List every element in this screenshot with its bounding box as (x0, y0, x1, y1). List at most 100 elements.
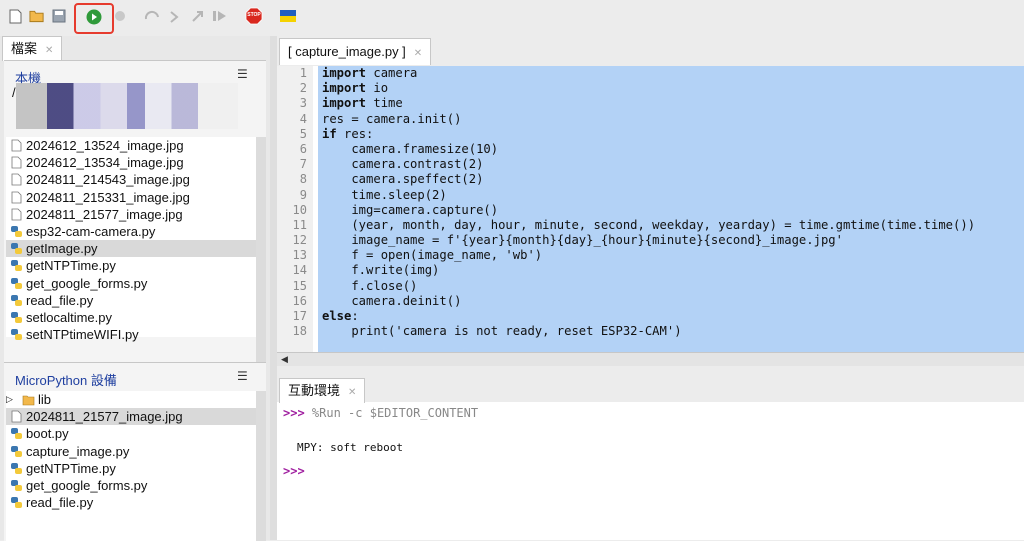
code-line[interactable]: camera.framesize(10) (318, 142, 1024, 157)
file-name: 2024811_214543_image.jpg (26, 172, 190, 188)
code-line[interactable]: else: (318, 309, 1024, 324)
file-item[interactable]: read_file.py (6, 292, 256, 309)
line-number: 15 (292, 278, 307, 293)
shell-pane: 互動環境 ✕ >>> %Run -c $EDITOR_CONTENT MPY: s… (277, 374, 1024, 540)
file-item[interactable]: 2024811_214543_image.jpg (6, 171, 256, 188)
editor-pane: [ capture_image.py ] ✕ 1 2 3 4 5 6 7 8 9 10 11 12 13 1… (277, 36, 1024, 377)
python-file-icon (11, 277, 22, 289)
step-over-icon[interactable] (144, 8, 160, 24)
step-into-icon[interactable] (168, 8, 184, 24)
code-line[interactable]: (year, month, day, hour, minute, second,… (318, 218, 1024, 233)
shell-command-line: >>> %Run -c $EDITOR_CONTENT (283, 406, 478, 420)
file-icon (11, 173, 22, 186)
file-item[interactable]: get_google_forms.py (6, 275, 256, 292)
code-line[interactable]: import io (318, 81, 1024, 96)
line-number: 4 (299, 111, 307, 126)
ukraine-flag-icon[interactable] (280, 8, 296, 24)
file-item[interactable]: 2024811_215331_image.jpg (6, 189, 256, 206)
file-name: boot.py (26, 426, 69, 442)
tab-files-label: 檔案 (11, 41, 38, 56)
python-file-icon (11, 329, 22, 341)
folder-item[interactable]: ▷ lib (6, 391, 256, 408)
code-line[interactable]: camera.deinit() (318, 294, 1024, 309)
close-icon[interactable]: ✕ (414, 48, 422, 59)
files-pane: 檔案 ✕ 本機 ☰ / 2024612_13524_image.jpg 202461… (0, 36, 270, 541)
keyword: else (322, 309, 352, 323)
file-item[interactable]: 2024811_21577_image.jpg (6, 408, 256, 426)
code-line[interactable]: img=camera.capture() (318, 203, 1024, 218)
line-number: 8 (299, 172, 307, 187)
expand-arrow-icon[interactable]: ▷ (6, 391, 13, 408)
line-number: 14 (292, 263, 307, 278)
line-number: 6 (299, 141, 307, 156)
file-name: 2024612_13524_image.jpg (26, 138, 184, 153)
menu-icon[interactable]: ☰ (237, 369, 248, 383)
stop-icon[interactable]: STOP (245, 7, 263, 25)
file-item[interactable]: boot.py (6, 425, 256, 442)
python-file-icon (11, 311, 22, 323)
file-name: getNTPTime.py (26, 460, 116, 476)
code-line[interactable]: import camera (318, 66, 1024, 81)
file-item[interactable]: read_file.py (6, 494, 256, 511)
python-file-icon (11, 462, 22, 474)
file-name: get_google_forms.py (26, 275, 148, 291)
close-icon[interactable]: ✕ (45, 45, 53, 56)
file-item[interactable]: getNTPTime.py (6, 257, 256, 274)
line-number: 5 (299, 126, 307, 141)
code-line[interactable]: if res: (318, 127, 1024, 142)
vertical-splitter[interactable] (270, 36, 277, 540)
scroll-left-icon[interactable]: ◀ (281, 354, 288, 365)
file-name: read_file.py (26, 292, 94, 308)
shell-tabbar (277, 374, 1024, 402)
editor-horizontal-scrollbar[interactable]: ◀ (277, 352, 1024, 367)
code-line[interactable]: f = open(image_name, 'wb') (318, 248, 1024, 263)
file-item[interactable]: getImage.py (6, 240, 256, 258)
code-line[interactable]: image_name = f'{year}{month}{day}_{hour}… (318, 233, 1024, 248)
new-file-icon[interactable] (7, 8, 23, 24)
file-name: capture_image.py (26, 443, 130, 459)
debug-icon[interactable] (112, 8, 128, 24)
open-file-icon[interactable] (29, 8, 45, 24)
close-icon[interactable]: ✕ (348, 387, 356, 398)
code-line[interactable]: f.write(img) (318, 263, 1024, 278)
shell-input-prompt[interactable]: >>> (283, 464, 305, 478)
code-line[interactable]: import time (318, 96, 1024, 111)
code-editor[interactable]: import camera import io import time res = c… (318, 66, 1024, 377)
code-line[interactable]: res = camera.init() (318, 112, 1024, 127)
file-item[interactable]: esp32-cam-camera.py (6, 223, 256, 240)
file-item[interactable]: 2024612_13534_image.jpg (6, 154, 256, 171)
file-item[interactable]: 2024811_21577_image.jpg (6, 206, 256, 223)
tab-shell[interactable]: 互動環境 ✕ (279, 378, 366, 403)
line-number: 3 (299, 96, 307, 111)
local-scrollbar[interactable] (256, 137, 266, 363)
resume-icon[interactable] (212, 8, 228, 24)
device-scrollbar[interactable] (256, 391, 266, 541)
device-file-list: ▷ lib 2024811_21577_image.jpg boot.py captur… (6, 391, 256, 541)
file-name: 2024612_13534_image.jpg (26, 155, 184, 171)
code-line[interactable]: camera.speffect(2) (318, 172, 1024, 187)
splitter[interactable] (277, 366, 1024, 374)
step-out-icon[interactable] (190, 8, 206, 24)
file-item[interactable]: capture_image.py (6, 443, 256, 460)
save-icon[interactable] (51, 8, 67, 24)
file-item[interactable]: 2024612_13524_image.jpg (6, 137, 256, 154)
file-item[interactable]: setlocaltime.py (6, 309, 256, 326)
run-icon[interactable] (86, 9, 102, 25)
file-icon (11, 139, 22, 152)
file-item[interactable]: get_google_forms.py (6, 477, 256, 494)
code-line[interactable]: time.sleep(2) (318, 188, 1024, 203)
code-line[interactable]: print('camera is not ready, reset ESP32-… (318, 324, 1024, 339)
line-number-gutter: 1 2 3 4 5 6 7 8 9 10 11 12 13 14 15 16 17 18 (277, 66, 313, 377)
menu-icon[interactable]: ☰ (237, 67, 248, 81)
shell-output: MPY: soft reboot (297, 441, 403, 454)
tab-files[interactable]: 檔案 ✕ (2, 36, 63, 61)
tab-capture-image[interactable]: [ capture_image.py ] ✕ (279, 38, 432, 65)
file-item[interactable]: getNTPTime.py (6, 460, 256, 477)
file-item[interactable]: setNTPtimeWIFI.py (6, 326, 256, 343)
keyword: import (322, 66, 367, 80)
code-line[interactable]: camera.contrast(2) (318, 157, 1024, 172)
code-line[interactable]: f.close() (318, 279, 1024, 294)
shell-command: %Run -c $EDITOR_CONTENT (311, 406, 479, 420)
file-name: setlocaltime.py (26, 309, 112, 325)
python-file-icon (11, 225, 22, 237)
